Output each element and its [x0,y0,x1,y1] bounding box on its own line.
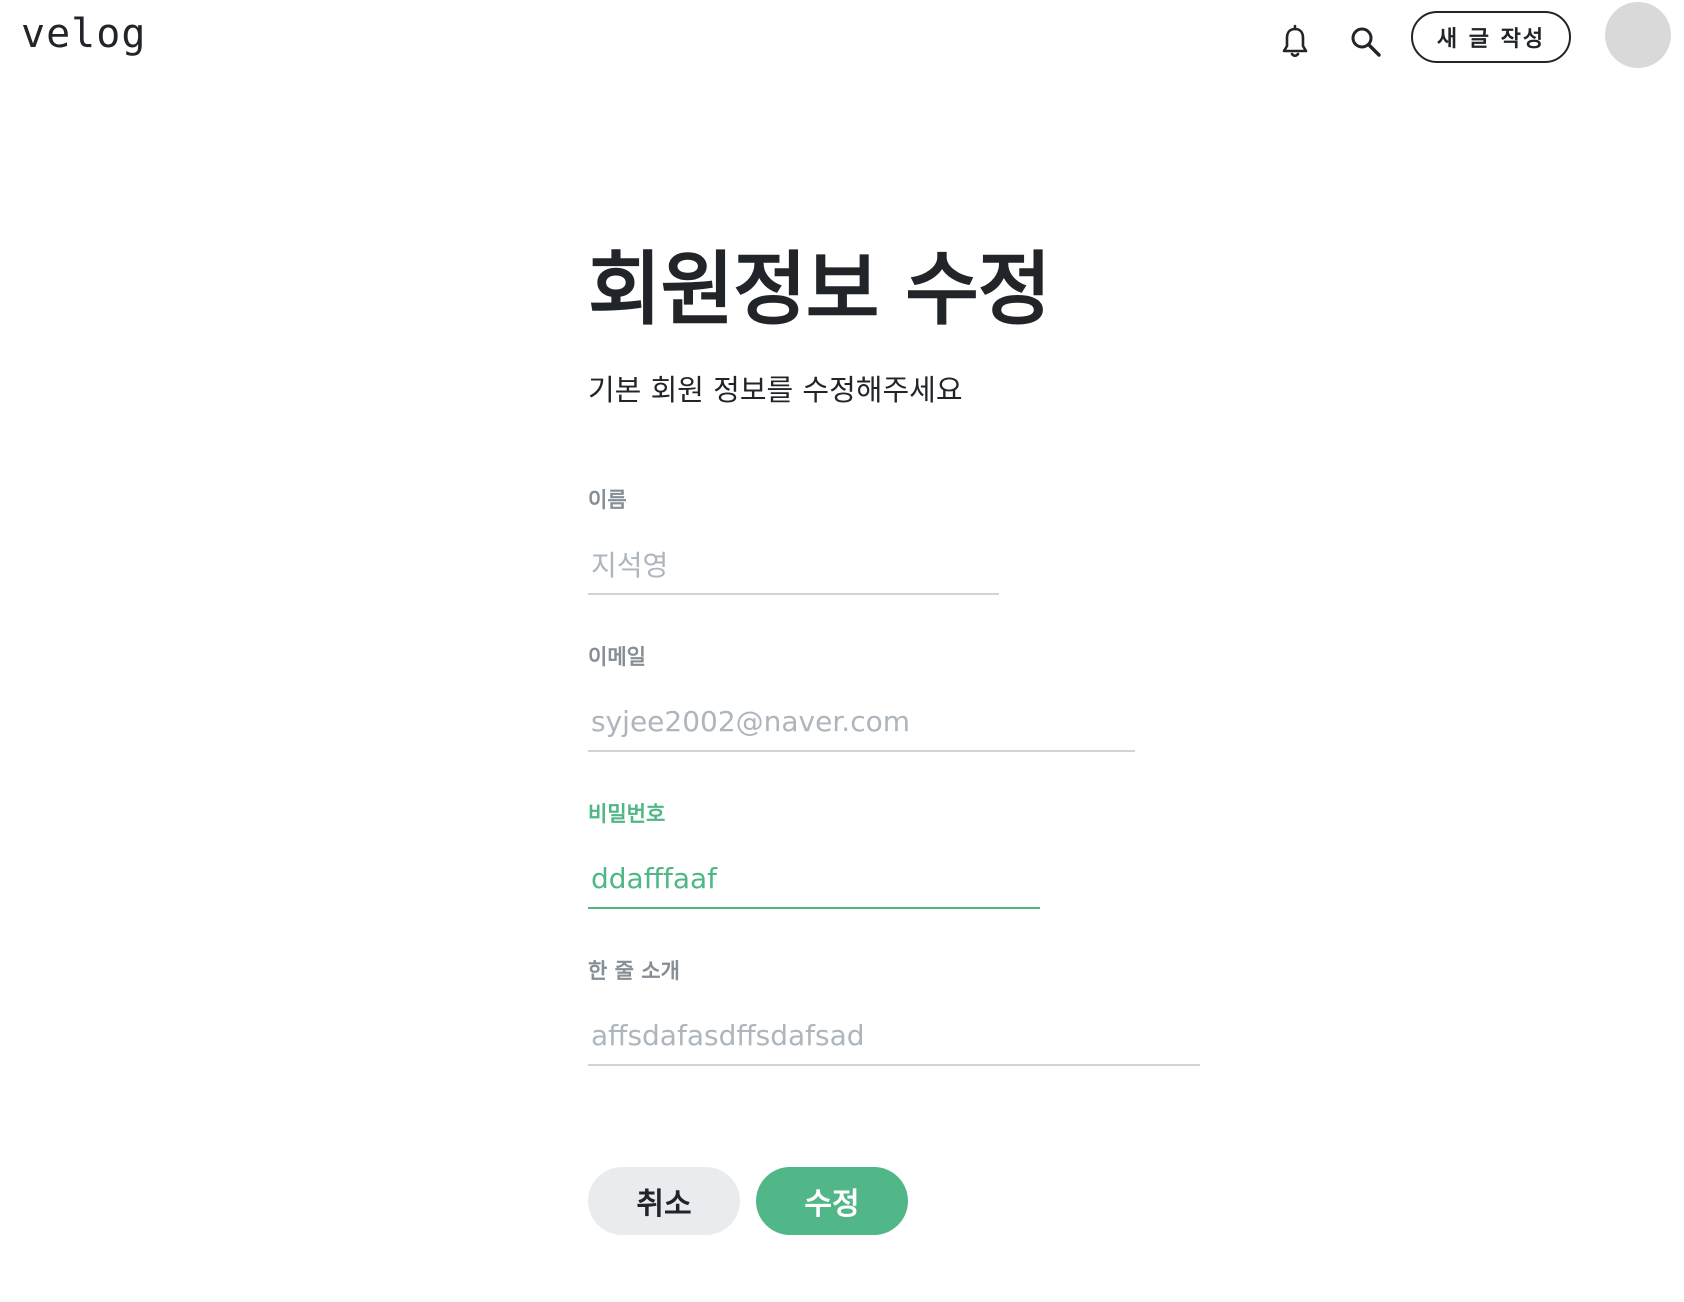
cancel-button[interactable]: 취소 [588,1167,740,1235]
submit-button[interactable]: 수정 [756,1167,908,1235]
password-input[interactable] [588,862,1040,909]
password-field-group: 비밀번호 [588,804,1040,909]
email-field-group: 이메일 [588,647,1135,752]
top-header: velog 새 글 작성 [0,0,1684,80]
email-label: 이메일 [588,645,646,669]
bell-icon[interactable] [1271,18,1319,66]
name-input[interactable] [588,548,999,595]
page-subtitle: 기본 회원 정보를 수정해주세요 [588,373,963,407]
new-post-button[interactable]: 새 글 작성 [1411,11,1571,63]
bio-field-group: 한 줄 소개 [588,961,1200,1066]
name-field-group: 이름 [588,490,999,595]
search-icon[interactable] [1342,18,1390,66]
bio-input[interactable] [588,1019,1200,1066]
password-label: 비밀번호 [588,802,666,826]
bio-label: 한 줄 소개 [588,959,680,983]
page-title: 회원정보 수정 [588,243,1051,336]
name-label: 이름 [588,488,627,512]
email-input[interactable] [588,705,1135,752]
velog-logo[interactable]: velog [21,14,146,54]
avatar[interactable] [1605,2,1671,68]
